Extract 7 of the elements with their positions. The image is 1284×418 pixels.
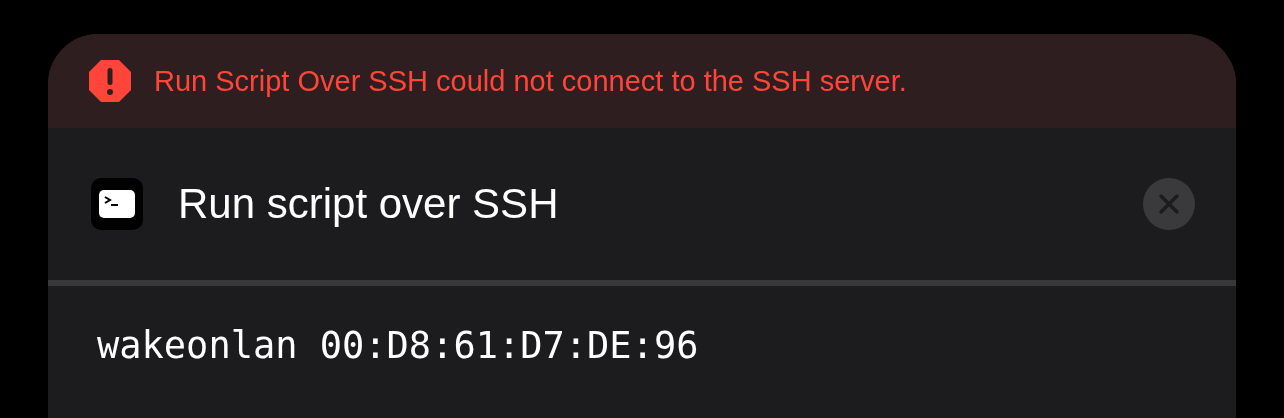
terminal-icon xyxy=(91,178,143,230)
error-message: Run Script Over SSH could not connect to the SSH server. xyxy=(154,64,907,98)
script-text[interactable]: wakeonlan 00:D8:61:D7:DE:96 xyxy=(97,324,699,367)
close-button[interactable] xyxy=(1143,178,1195,230)
close-icon xyxy=(1158,193,1180,215)
error-icon xyxy=(88,59,132,103)
action-title: Run script over SSH xyxy=(178,180,560,228)
